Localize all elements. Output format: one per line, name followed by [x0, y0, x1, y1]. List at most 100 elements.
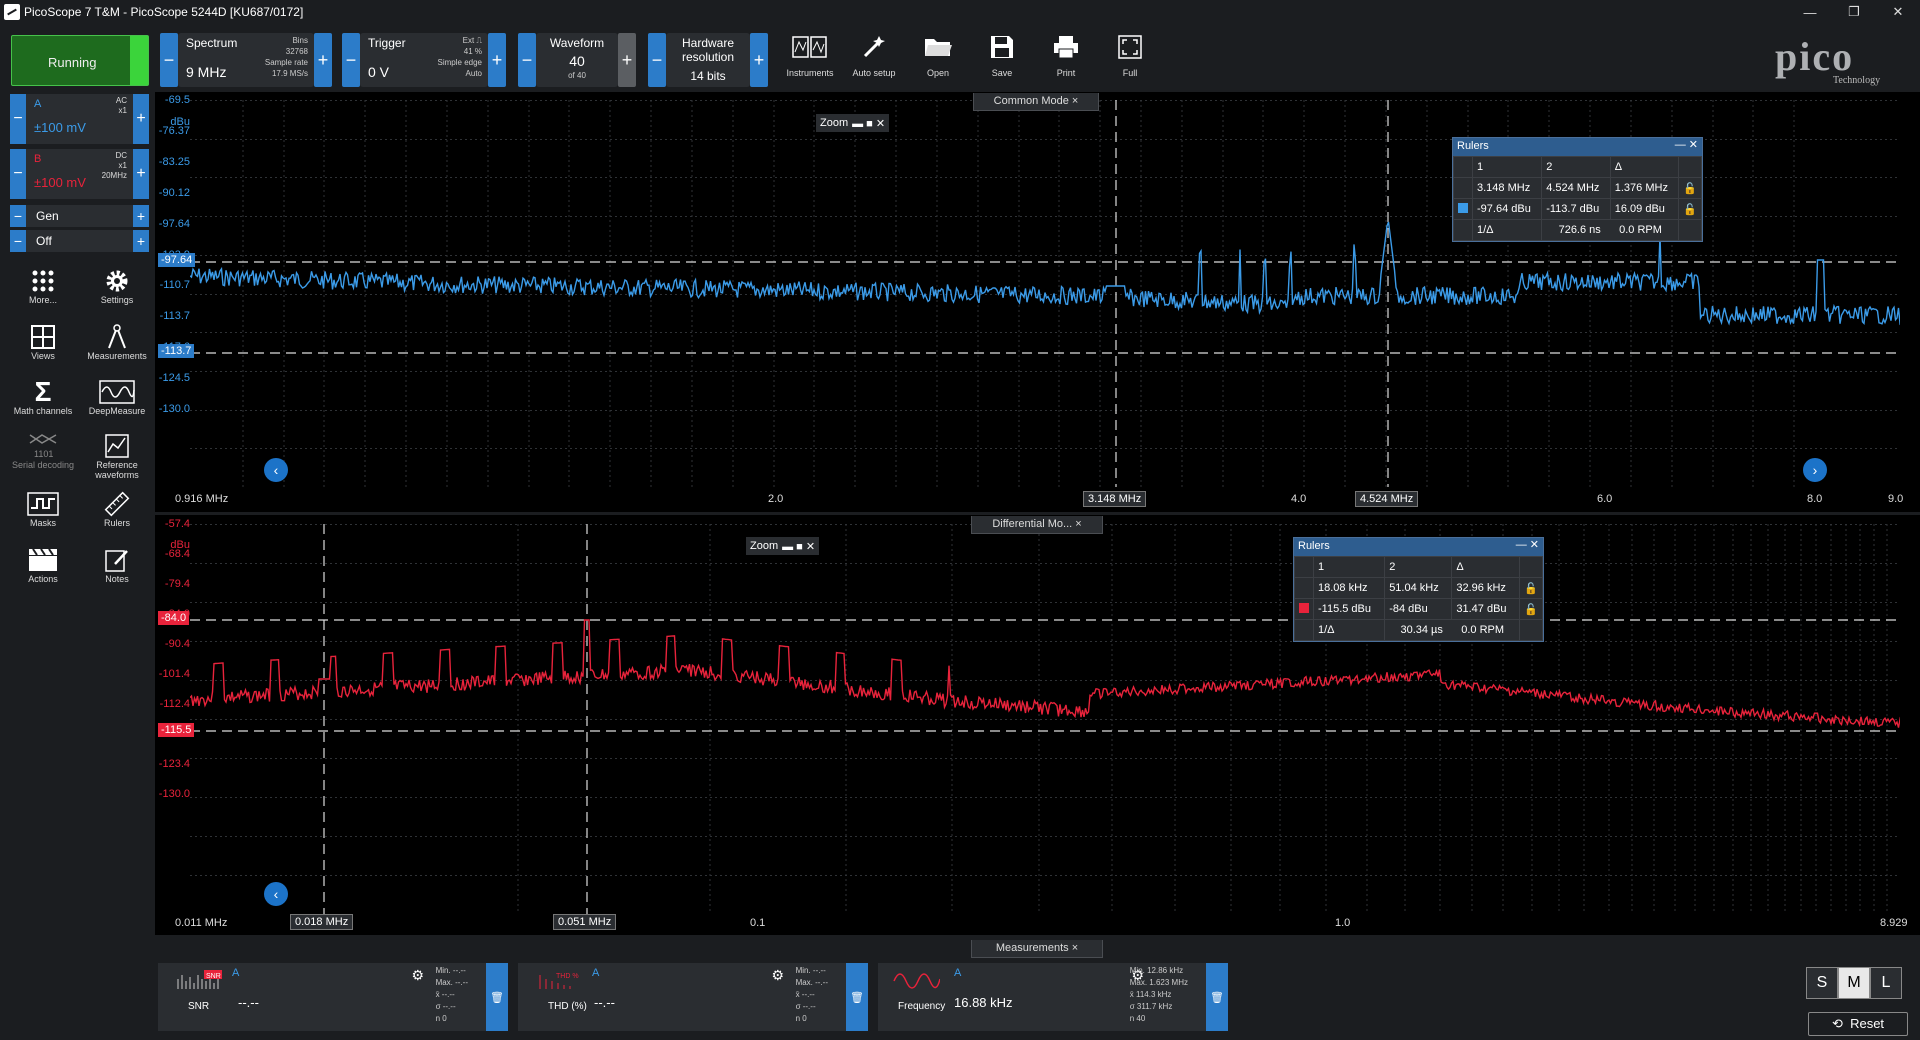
close-button[interactable]: ✕	[1876, 0, 1920, 24]
run-stop-button[interactable]: Running	[11, 35, 149, 86]
reference-waveforms-icon	[80, 432, 154, 460]
spectrum-increase-button[interactable]: +	[314, 33, 332, 87]
size-large-button[interactable]: L	[1870, 967, 1902, 999]
rulers-panel-2[interactable]: Rulers — ✕ 12Δ 18.08 kHz 51.04 kHz 32.96 kH…	[1293, 537, 1544, 642]
resolution-decrease-button[interactable]: −	[648, 33, 666, 87]
lock-icon[interactable]: 🔓	[1678, 198, 1702, 220]
resolution-label: Hardware resolution	[681, 36, 735, 64]
measurement-channel-1: A	[232, 967, 240, 979]
ruler-y2-marker-2[interactable]: -115.5	[158, 723, 195, 737]
waveform-next-button[interactable]: +	[618, 33, 636, 87]
ruler-x2-marker-1[interactable]: 4.524 MHz	[1355, 491, 1419, 507]
print-button[interactable]: Print	[1036, 32, 1096, 88]
delete-measurement-button-3[interactable]: 🗑	[1206, 963, 1228, 1031]
trigger-group[interactable]: Trigger 0 V Ext ⎍ 41 % Simple edge Auto	[360, 33, 488, 87]
fullscreen-icon	[1112, 32, 1148, 62]
spectrum-group[interactable]: Spectrum 9 MHz Bins 32768 Sample rate 17.9 …	[178, 33, 314, 87]
more-button[interactable]: More...	[6, 267, 80, 305]
maximize-button[interactable]: ❐	[1832, 0, 1876, 24]
rulers-panel-1[interactable]: Rulers — ✕ 12Δ 3.148 MHz 4.524 MHz 1.376 MH…	[1452, 137, 1703, 242]
auto-setup-button[interactable]: Auto setup	[844, 32, 904, 88]
channel-a-increase[interactable]: +	[133, 94, 149, 144]
lock-icon[interactable]: 🔓	[1519, 577, 1543, 599]
zoom-overview-1[interactable]: Zoom ▬ ■ ✕	[816, 114, 890, 132]
scroll-right-button-1[interactable]: ›	[1803, 458, 1827, 482]
tab-differential-mode[interactable]: Differential Mo... ×	[971, 516, 1103, 534]
size-medium-button[interactable]: M	[1838, 967, 1870, 999]
save-button[interactable]: Save	[972, 32, 1032, 88]
x-tick-label: 9.0	[1888, 493, 1904, 505]
gear-icon[interactable]: ⚙	[771, 967, 784, 984]
reset-button[interactable]: ⟲ Reset	[1808, 1012, 1908, 1036]
channel-b-name: B	[34, 153, 42, 165]
tab-common-mode[interactable]: Common Mode ×	[973, 93, 1099, 111]
picoscope-app: PicoScope 7 T&M - PicoScope 5244D [KU687…	[0, 0, 1920, 1040]
size-small-button[interactable]: S	[1806, 967, 1838, 999]
ruler-y1-marker-2[interactable]: -84.0	[158, 611, 190, 625]
scroll-left-button-2[interactable]: ‹	[264, 882, 288, 906]
ruler-y2-marker-1[interactable]: -113.7	[158, 344, 195, 358]
x-tick-label: 8.0	[1807, 493, 1823, 505]
measurement-thd[interactable]: THD % A THD (%) --.-- ⚙ Min. --.-- Max. -…	[518, 963, 868, 1031]
channel-b-increase[interactable]: +	[133, 149, 149, 199]
trigger-details: Ext ⎍ 41 % Simple edge Auto	[437, 36, 482, 78]
resolution-increase-button[interactable]: +	[750, 33, 768, 87]
ruler-y1-marker-1[interactable]: -97.64	[158, 253, 196, 267]
zoom-overview-2[interactable]: Zoom ▬ ■ ✕	[746, 537, 820, 555]
channel-b-control[interactable]: − B ±100 mV DC x1 20MHz +	[10, 149, 149, 199]
measurements-button[interactable]: Measurements	[80, 323, 154, 361]
gen-label: Gen	[36, 209, 59, 223]
trigger-increase-button[interactable]: +	[488, 33, 506, 87]
x-tick-label: 0.916 MHz	[175, 493, 229, 505]
ruler-x2-marker-2[interactable]: 0.051 MHz	[553, 914, 617, 930]
notes-button[interactable]: Notes	[80, 546, 154, 584]
auto-setup-label: Auto setup	[852, 68, 896, 78]
more-label: More...	[28, 295, 57, 305]
waveform-of: of 40	[568, 71, 586, 80]
tab-measurements[interactable]: Measurements ×	[971, 940, 1103, 958]
delete-measurement-button-2[interactable]: 🗑	[846, 963, 868, 1031]
lock-icon[interactable]: 🔓	[1519, 598, 1543, 620]
full-screen-button[interactable]: Full	[1100, 32, 1160, 88]
measurement-frequency[interactable]: A Frequency 16.88 kHz ⚙ Min. 12.86 kHz Ma…	[878, 963, 1228, 1031]
minimize-button[interactable]: —	[1788, 0, 1832, 24]
snr-icon: SNR	[176, 969, 224, 991]
waveform-prev-button[interactable]: −	[518, 33, 536, 87]
serial-decoding-button[interactable]: 1101 Serial decoding	[6, 432, 80, 470]
settings-button[interactable]: Settings	[80, 267, 154, 305]
deepmeasure-button[interactable]: DeepMeasure	[80, 378, 154, 416]
reference-waveforms-button[interactable]: Reference waveforms	[80, 432, 154, 480]
gen-control[interactable]: − Gen +	[10, 205, 149, 227]
actions-button[interactable]: Actions	[6, 546, 80, 584]
channel-a-decrease[interactable]: −	[10, 94, 26, 144]
lock-icon[interactable]: 🔓	[1678, 177, 1702, 199]
gear-icon	[80, 267, 154, 295]
channel-b-decrease[interactable]: −	[10, 149, 26, 199]
delete-measurement-button-1[interactable]: 🗑	[486, 963, 508, 1031]
ruler-x1-marker-1[interactable]: 3.148 MHz	[1083, 491, 1147, 507]
masks-button[interactable]: Masks	[6, 490, 80, 528]
resolution-group[interactable]: Hardware resolution 14 bits	[666, 33, 750, 87]
rulers-button[interactable]: Rulers	[80, 490, 154, 528]
instruments-button[interactable]: Instruments	[780, 32, 840, 88]
gen-decrease[interactable]: −	[10, 205, 26, 227]
trigger-decrease-button[interactable]: −	[342, 33, 360, 87]
off-decrease[interactable]: −	[10, 230, 26, 252]
views-button[interactable]: Views	[6, 323, 80, 361]
open-button[interactable]: Open	[908, 32, 968, 88]
y-tick-label: -110.7	[159, 279, 190, 291]
off-control[interactable]: − Off +	[10, 230, 149, 252]
waveform-group[interactable]: Waveform 40 of 40	[536, 33, 618, 87]
measurement-value-3: 16.88 kHz	[954, 995, 1013, 1010]
off-increase[interactable]: +	[133, 230, 149, 252]
gear-icon[interactable]: ⚙	[411, 967, 424, 984]
gen-increase[interactable]: +	[133, 205, 149, 227]
spectrum-decrease-button[interactable]: −	[160, 33, 178, 87]
settings-label: Settings	[100, 295, 134, 305]
math-channels-button[interactable]: Σ Math channels	[6, 376, 80, 416]
ruler-x1-marker-2[interactable]: 0.018 MHz	[290, 914, 354, 930]
measurement-snr[interactable]: SNR A SNR --.-- ⚙ Min. --.-- Max. --.-- x̄…	[158, 963, 508, 1031]
channel-a-control[interactable]: − A ±100 mV AC x1 +	[10, 94, 149, 144]
scroll-left-button-1[interactable]: ‹	[264, 458, 288, 482]
y-tick-label: -79.4	[164, 578, 190, 590]
